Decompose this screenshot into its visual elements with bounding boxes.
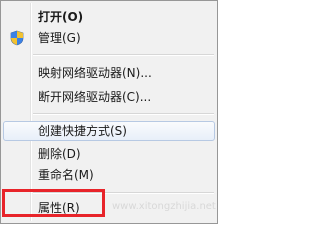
- menu-separator: [33, 54, 214, 56]
- menu-item-delete[interactable]: 删除(D): [3, 144, 215, 164]
- menu-item-manage[interactable]: 管理(G): [3, 28, 215, 48]
- menu-item-label: 断开网络驱动器(C)...: [38, 90, 152, 104]
- menu-item-map-network-drive[interactable]: 映射网络驱动器(N)...: [3, 63, 215, 83]
- menu-item-create-shortcut[interactable]: 创建快捷方式(S): [3, 121, 215, 141]
- menu-item-label: 打开(O): [38, 10, 84, 24]
- watermark-text: www.xitongzhijia.net: [112, 201, 216, 212]
- menu-item-label: 映射网络驱动器(N)...: [38, 66, 152, 80]
- menu-item-open[interactable]: 打开(O): [3, 7, 215, 27]
- menu-item-label: 管理(G): [38, 31, 81, 45]
- menu-item-disconnect-network-drive[interactable]: 断开网络驱动器(C)...: [3, 87, 215, 107]
- menu-item-label: 重命名(M): [38, 168, 94, 182]
- highlight-annotation-box: [2, 189, 105, 217]
- menu-item-rename[interactable]: 重命名(M): [3, 165, 215, 185]
- menu-item-label: 删除(D): [38, 147, 81, 161]
- menu-item-label: 创建快捷方式(S): [38, 124, 127, 138]
- menu-separator: [33, 113, 214, 115]
- uac-shield-icon: [10, 30, 24, 46]
